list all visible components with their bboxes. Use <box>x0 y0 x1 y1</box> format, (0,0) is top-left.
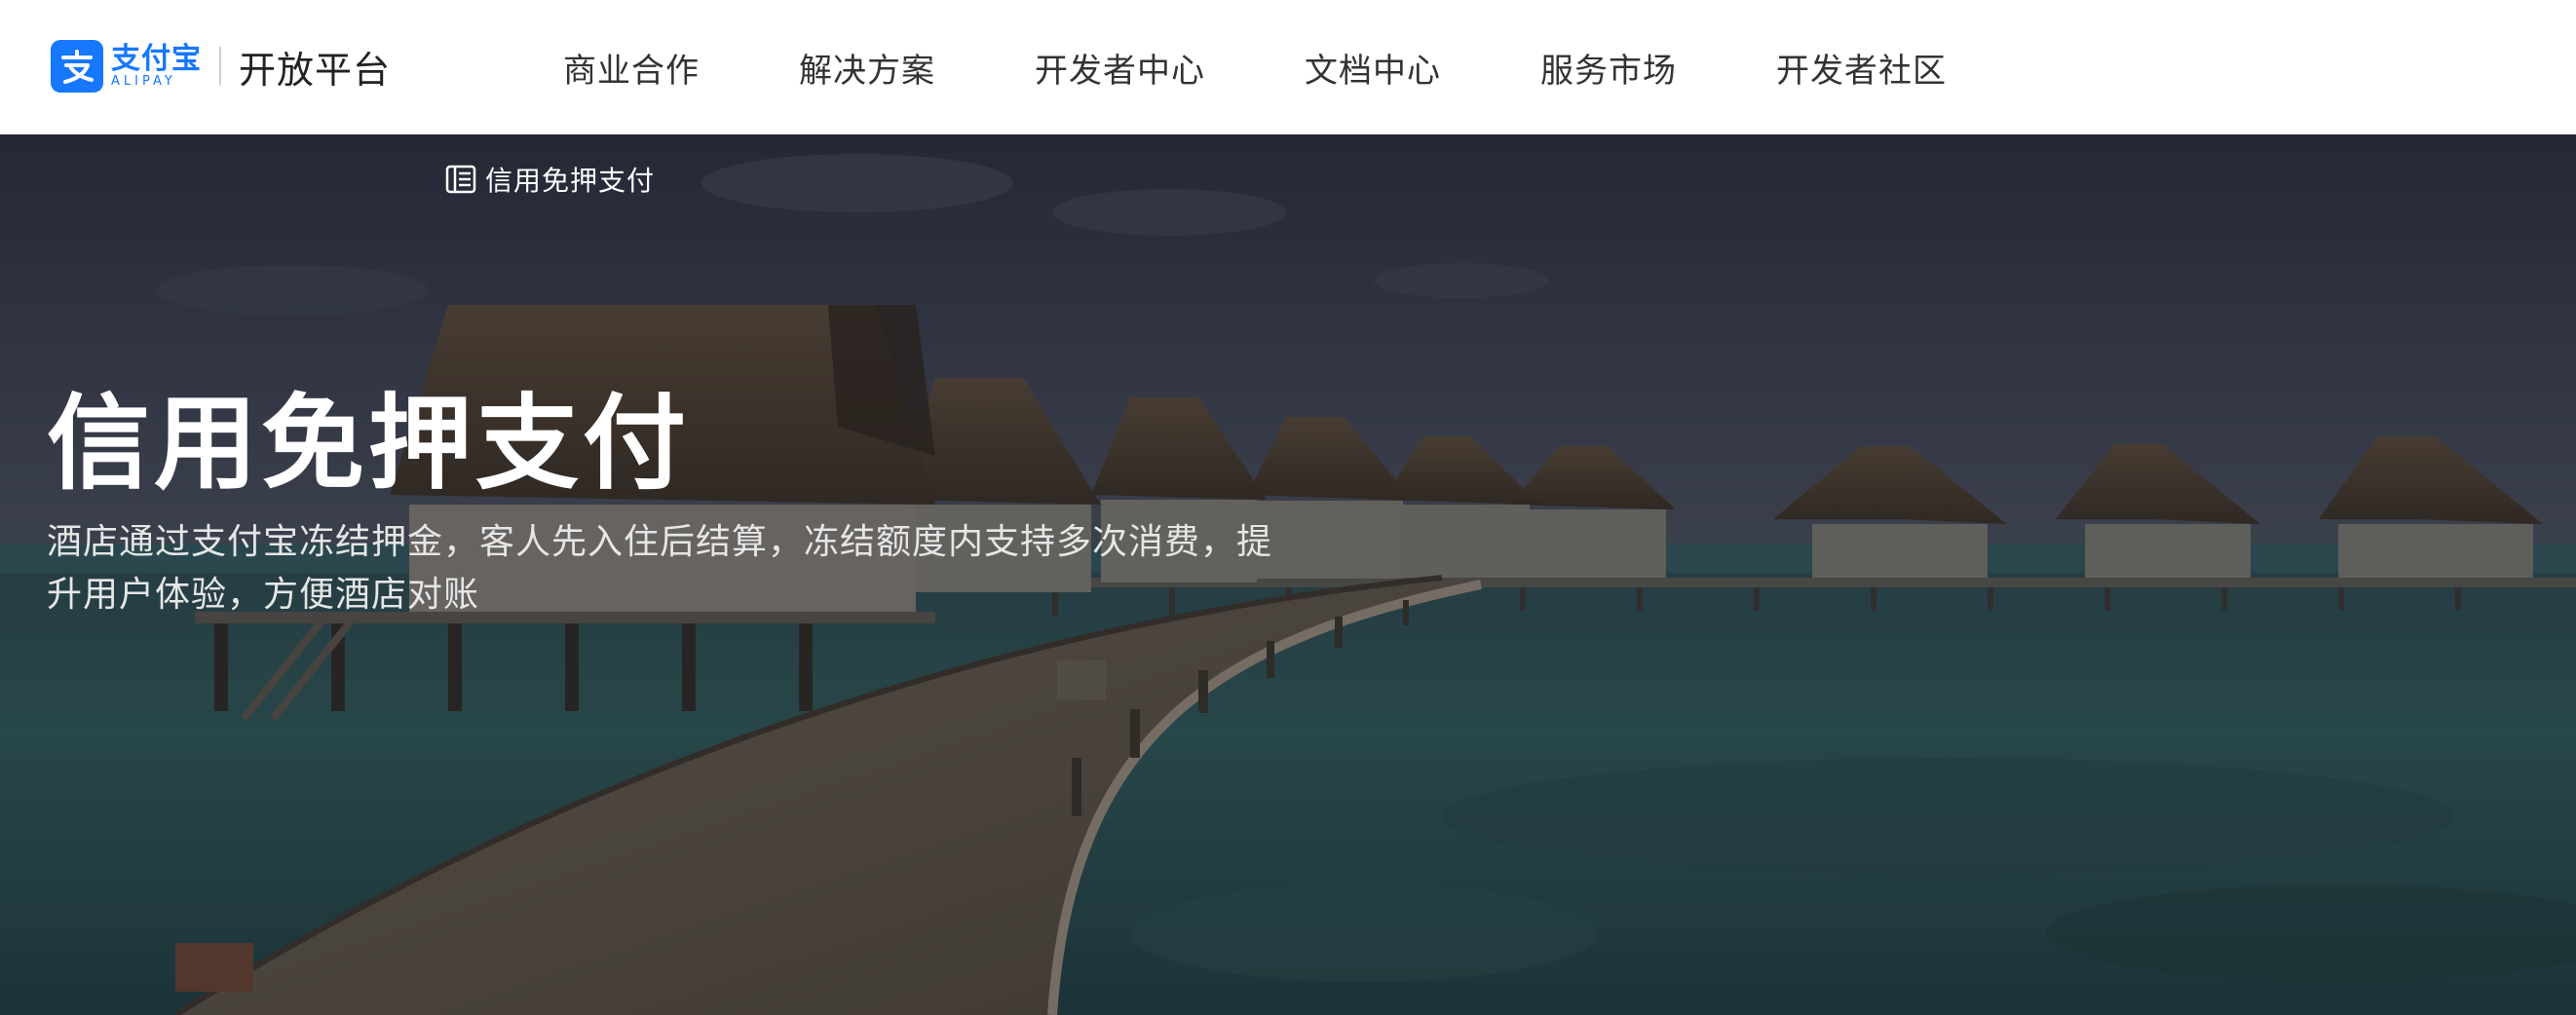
breadcrumb[interactable]: 信用免押支付 <box>444 160 655 199</box>
nav-item-business-cooperation[interactable]: 商业合作 <box>563 44 700 92</box>
alipay-wordmark-en: ALIPAY <box>111 74 176 89</box>
hero-description: 酒店通过支付宝冻结押金，客人先入住后结算，冻结额度内支持多次消费，提升用户体验，… <box>47 522 1273 615</box>
alipay-logo[interactable]: 支付宝 ALIPAY 开放平台 <box>51 37 391 95</box>
nav-item-solutions[interactable]: 解决方案 <box>799 44 935 92</box>
nav-item-service-market[interactable]: 服务市场 <box>1540 44 1677 92</box>
alipay-wordmark-cn: 支付宝 <box>111 42 202 76</box>
platform-title: 开放平台 <box>239 48 392 92</box>
nav-item-docs-center[interactable]: 文档中心 <box>1305 44 1441 92</box>
top-navigation-bar: 支付宝 ALIPAY 开放平台 商业合作 解决方案 开发者中心 文档中心 服务市… <box>0 0 2576 134</box>
breadcrumb-label: 信用免押支付 <box>485 165 656 197</box>
main-nav: 商业合作 解决方案 开发者中心 文档中心 服务市场 开发者社区 <box>563 0 1947 134</box>
document-list-icon <box>444 163 477 196</box>
alipay-wordmark: 支付宝 ALIPAY <box>111 44 202 89</box>
nav-item-developer-community[interactable]: 开发者社区 <box>1776 44 1947 92</box>
hero-banner: 信用免押支付 信用免押支付 酒店通过支付宝冻结押金，客人先入住后结算，冻结额度内… <box>0 134 2576 1015</box>
alipay-logo-icon <box>51 40 103 93</box>
nav-item-developer-center[interactable]: 开发者中心 <box>1035 44 1205 92</box>
hero-title: 信用免押支付 <box>47 384 690 504</box>
logo-divider <box>219 47 221 86</box>
